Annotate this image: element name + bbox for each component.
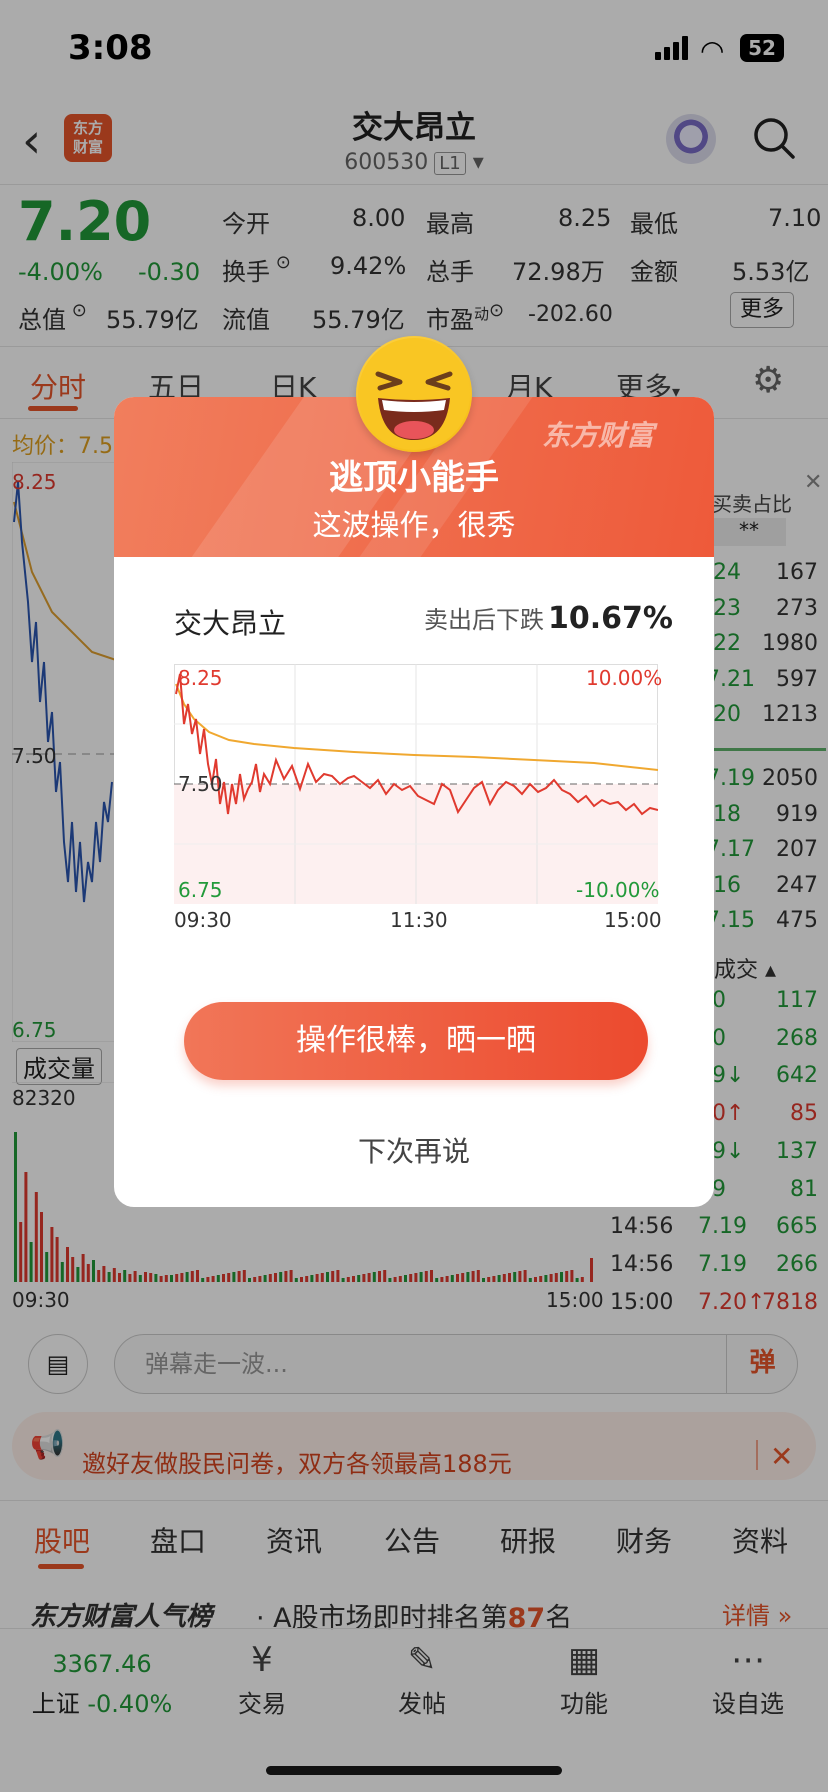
mini-time-start: 09:30 (174, 908, 232, 932)
brand-watermark: 东方财富 (542, 419, 655, 452)
mini-time-end: 15:00 (604, 908, 662, 932)
mini-axis-high: 8.25 (178, 666, 223, 690)
share-button[interactable]: 操作很棒，晒一晒 (184, 1002, 648, 1080)
mini-axis-low: 6.75 (178, 878, 223, 902)
mini-time-mid: 11:30 (390, 908, 448, 932)
dialog-intraday-chart (174, 664, 658, 904)
home-indicator[interactable] (266, 1766, 562, 1775)
laughing-emoji-icon (356, 336, 472, 452)
dialog-stock-name: 交大昂立 (174, 607, 287, 640)
mini-pct-high: 10.00% (586, 666, 663, 690)
mini-axis-mid: 7.50 (178, 772, 223, 796)
maybe-later-button[interactable]: 下次再说 (114, 1130, 714, 1170)
dialog-subtitle: 这波操作，很秀 (312, 508, 516, 542)
mini-pct-low: -10.00% (576, 878, 660, 902)
app-screen: 3:08 ◠ 52 ‹ 东方 财富 交大昂立 600530 L1 ▾ 7.20 -… (0, 0, 828, 1792)
fall-after-sell: 卖出后下跌 10.67% (424, 601, 673, 636)
dialog-title: 逃顶小能手 (329, 458, 499, 498)
